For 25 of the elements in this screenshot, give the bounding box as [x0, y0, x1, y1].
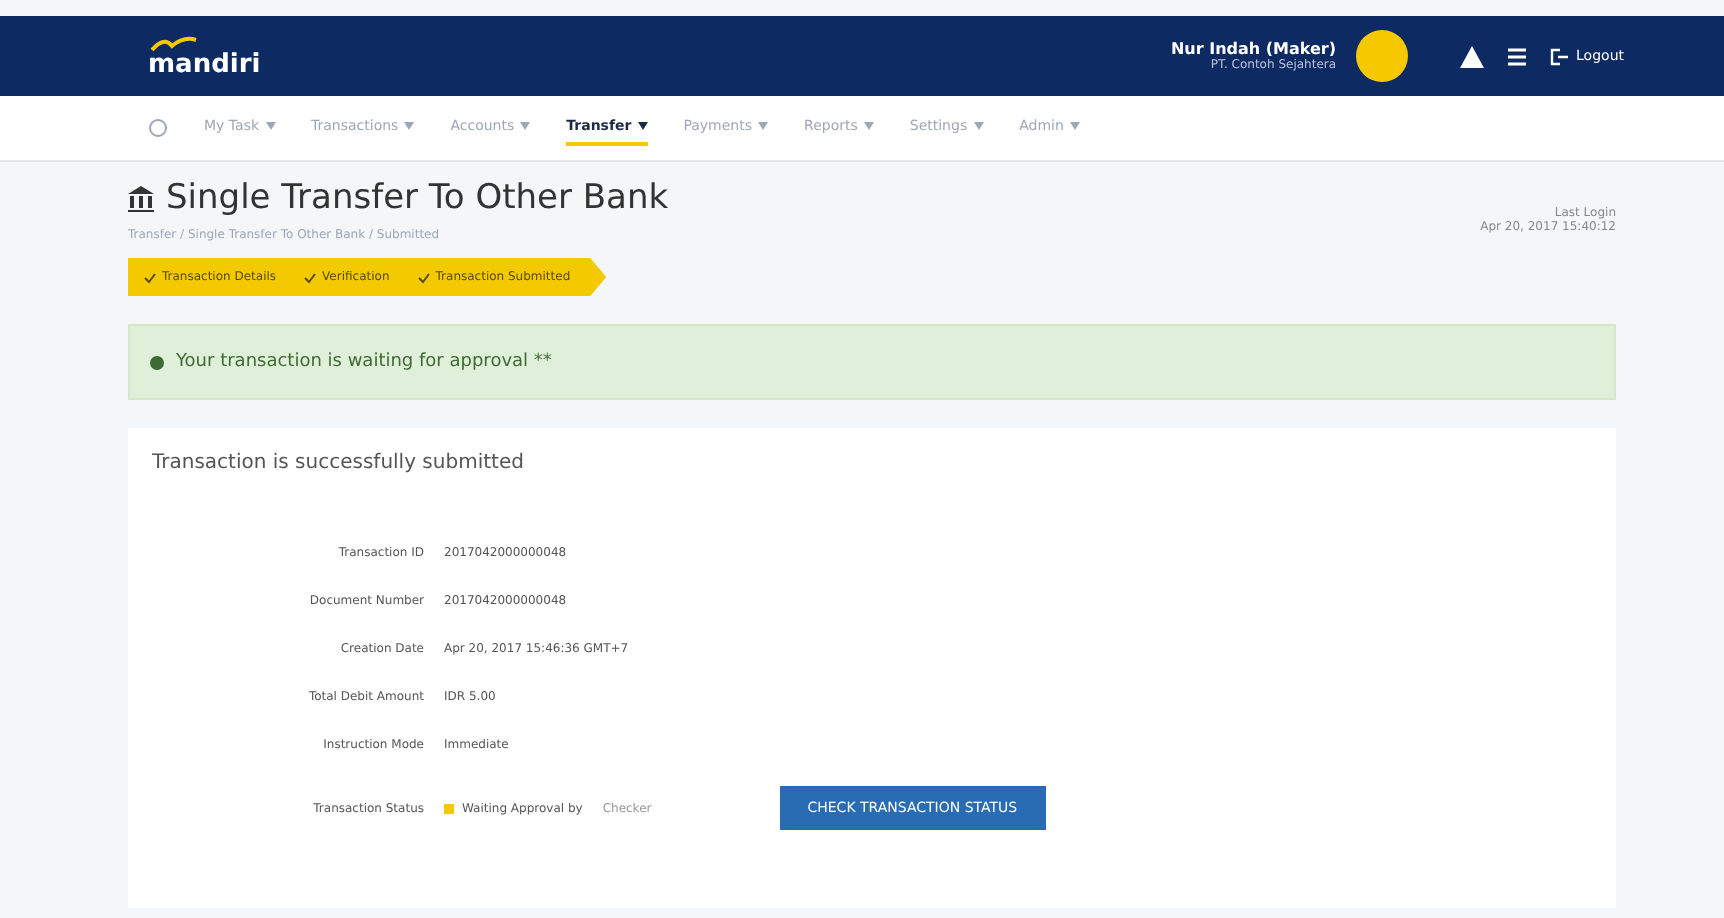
caret-icon	[265, 122, 276, 130]
caret-icon	[863, 122, 874, 130]
user-name: Nur Indah (Maker)	[1170, 40, 1337, 58]
status-icon	[150, 355, 164, 369]
warning-icon	[1460, 45, 1485, 67]
bank-icon	[128, 185, 154, 211]
check-icon	[304, 271, 317, 283]
page-title: Single Transfer To Other Bank	[128, 178, 669, 218]
alert-text: Your transaction is waiting for approval **	[176, 352, 552, 372]
caret-icon	[758, 122, 769, 130]
caret-icon	[637, 122, 648, 130]
menu-icon	[1508, 47, 1527, 65]
logout-icon	[1550, 47, 1569, 65]
check-icon	[417, 271, 430, 283]
wave-icon	[148, 35, 200, 51]
caret-icon	[1069, 122, 1080, 130]
caret-icon	[520, 122, 531, 130]
caret-icon	[404, 122, 415, 130]
menu-button[interactable]	[1508, 47, 1527, 65]
caret-icon	[973, 122, 984, 130]
logo: mandiri	[148, 35, 261, 77]
alert-button[interactable]	[1460, 45, 1485, 67]
avatar[interactable]	[1356, 30, 1409, 82]
card-title: Transaction is successfully submitted	[152, 452, 526, 474]
check-icon	[144, 271, 156, 283]
